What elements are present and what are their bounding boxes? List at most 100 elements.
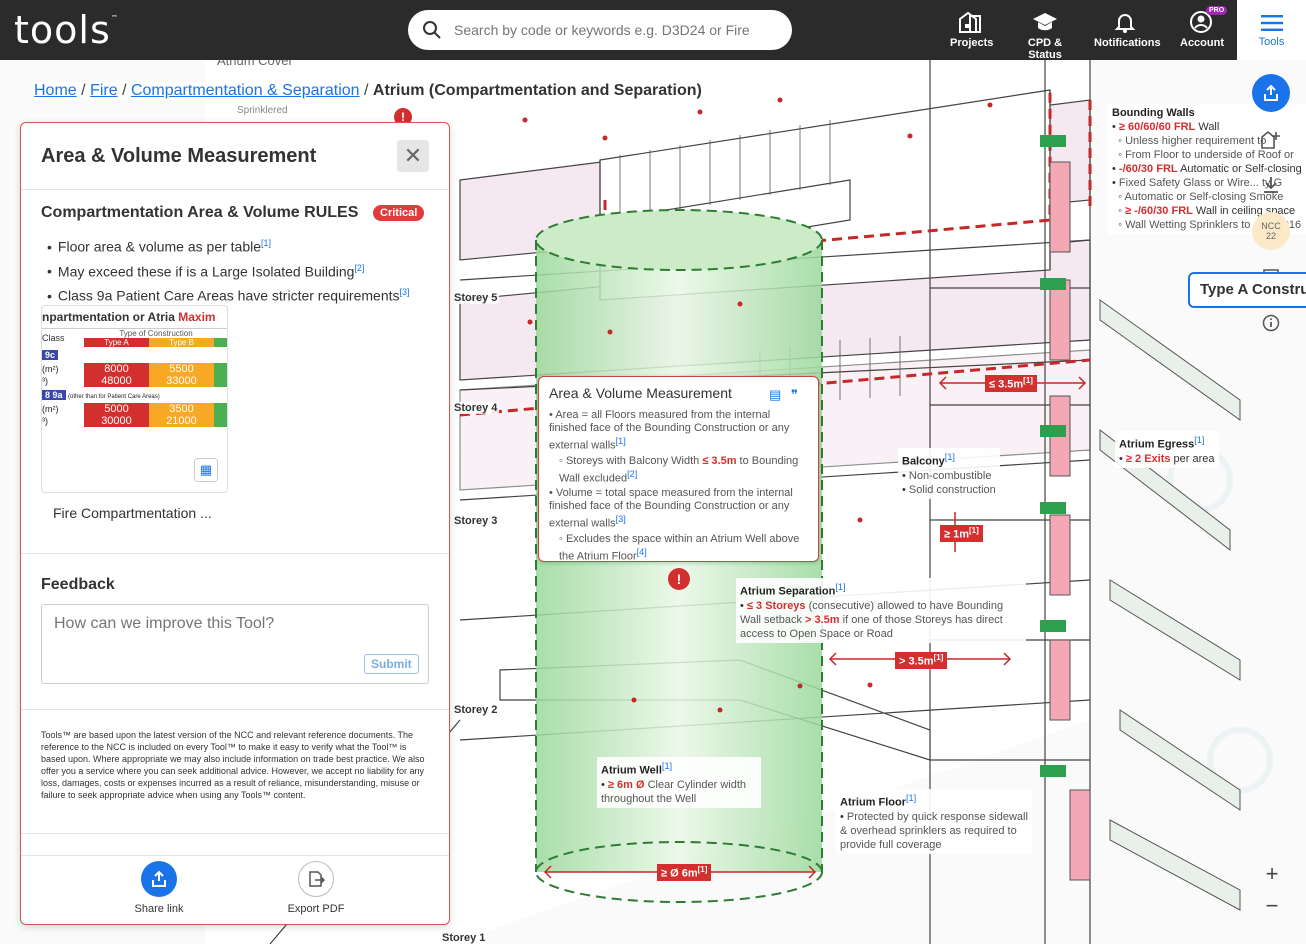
- breadcrumb-fire[interactable]: Fire: [90, 82, 118, 99]
- divider: [21, 709, 449, 710]
- share-label: Share link: [134, 903, 184, 915]
- breadcrumb: Home / Fire / Compartmentation & Separat…: [32, 82, 704, 100]
- top-bar: tools™ Projects CPD & Status Notificatio…: [0, 0, 1306, 61]
- nav-projects[interactable]: Projects: [950, 10, 994, 49]
- nav-notifications-label: Notifications: [1094, 37, 1161, 49]
- tools-tab-label: Tools: [1258, 36, 1285, 48]
- plus-icon: +: [1265, 861, 1279, 886]
- critical-badge: Critical: [373, 205, 425, 221]
- bell-icon: [1114, 14, 1136, 33]
- well-diameter-tag: ≥ Ø 6m[1]: [657, 864, 712, 881]
- breadcrumb-compartmentation[interactable]: Compartmentation & Separation: [131, 82, 360, 99]
- thumbnail-caption[interactable]: Fire Compartmentation ...: [53, 505, 212, 521]
- info-icon: [1262, 314, 1280, 332]
- ncc-label: NCC: [1261, 221, 1281, 231]
- table-thumbnail[interactable]: npartmentation or Atria Maxim Class Type …: [41, 305, 228, 493]
- calculator-icon[interactable]: ▦: [194, 458, 218, 482]
- balcony-note: Balcony[1] • Non-combustible • Solid con…: [898, 448, 1000, 499]
- submit-button[interactable]: Submit: [364, 654, 419, 674]
- divider: [21, 553, 449, 554]
- thumb-table: Class Type of Construction Type A Type B 9…: [42, 328, 227, 427]
- ncc-badge[interactable]: NCC 22: [1252, 212, 1290, 250]
- export-pdf-button[interactable]: Export PDF: [276, 861, 356, 915]
- close-button[interactable]: ✕: [397, 140, 429, 172]
- add-to-project-button[interactable]: [1252, 120, 1290, 158]
- zoom-out-button[interactable]: −: [1256, 890, 1288, 922]
- atrium-cover-label: Atrium Cover: [217, 60, 293, 68]
- tools-tab[interactable]: Tools: [1237, 0, 1306, 60]
- area-volume-popup[interactable]: Area & Volume Measurement ▤ ❞ • Area = a…: [538, 376, 819, 563]
- disclaimer-text: Tools™ are based upon the latest version…: [41, 730, 425, 800]
- nav-cpd-label: CPD & Status: [1027, 37, 1063, 61]
- atrium-separation-note: Atrium Separation[1] • ≤ 3 Storeys (cons…: [736, 578, 1026, 643]
- info-button[interactable]: [1252, 304, 1290, 342]
- popup-bullet-area: • Area = all Floors measured from the in…: [549, 409, 790, 452]
- atrium-floor-note: Atrium Floor[1] • Protected by quick res…: [836, 789, 1032, 854]
- atrium-egress-note: Atrium Egress[1] • ≥ 2 Exits per area: [1115, 431, 1219, 468]
- share-fab[interactable]: [1252, 74, 1290, 112]
- rules-list: Floor area & volume as per table[1] May …: [47, 233, 410, 307]
- balcony-width-tag: ≤ 3.5m[1]: [985, 375, 1037, 392]
- panel-title: Area & Volume Measurement: [41, 145, 317, 167]
- balustrade-height-tag: ≥ 1m[1]: [940, 525, 983, 542]
- search-input[interactable]: [454, 22, 774, 38]
- divider: [21, 855, 449, 856]
- divider: [21, 833, 449, 834]
- construction-type-selector[interactable]: Type A Construc: [1188, 272, 1306, 308]
- rule-ref-link[interactable]: [1]: [261, 238, 271, 248]
- ncc-year: 22: [1265, 231, 1276, 241]
- tools-logo[interactable]: tools™: [14, 8, 119, 52]
- breadcrumb-separator: /: [364, 82, 369, 99]
- rule-item: May exceed these if is a Large Isolated …: [47, 258, 410, 283]
- breadcrumb-separator: /: [81, 82, 86, 99]
- share-icon: [1264, 84, 1278, 101]
- feedback-box: Submit: [41, 604, 429, 684]
- share-icon: [141, 861, 177, 897]
- export-icon: [298, 861, 334, 897]
- nav-account-label: Account: [1180, 37, 1224, 49]
- graduation-cap-icon: [1033, 13, 1057, 31]
- storey-3-label: Storey 3: [452, 515, 500, 527]
- rule-item: Floor area & volume as per table[1]: [47, 233, 410, 258]
- logo-trademark: ™: [110, 14, 119, 22]
- storey-2-label: Storey 2: [452, 704, 500, 716]
- download-button[interactable]: [1252, 166, 1290, 204]
- warning-icon[interactable]: !: [668, 568, 690, 590]
- quote-icon[interactable]: ❞: [791, 387, 798, 403]
- atrium-well-note: Atrium Well[1] • ≥ 6m Ø Clear Cylinder w…: [597, 757, 761, 808]
- export-label: Export PDF: [287, 903, 345, 915]
- tool-panel: Area & Volume Measurement ✕ Compartmenta…: [20, 122, 450, 925]
- divider: [21, 189, 449, 190]
- logo-text: tools: [14, 8, 111, 52]
- breadcrumb-home[interactable]: Home: [34, 82, 77, 99]
- zoom-in-button[interactable]: +: [1256, 858, 1288, 890]
- rule-ref-link[interactable]: [3]: [400, 287, 410, 297]
- document-icon[interactable]: ▤: [769, 387, 781, 403]
- close-icon: ✕: [403, 143, 423, 168]
- popup-sub-atrium: ◦ Excludes the space within an Atrium We…: [559, 532, 800, 563]
- storey-1-label: Storey 1: [440, 932, 488, 944]
- feedback-input[interactable]: [42, 605, 422, 655]
- nav-projects-label: Projects: [950, 37, 994, 49]
- nav-account[interactable]: Account PRO: [1180, 6, 1228, 49]
- share-link-button[interactable]: Share link: [129, 861, 189, 915]
- pro-badge: PRO: [1206, 6, 1228, 15]
- nav-notifications[interactable]: Notifications: [1094, 10, 1161, 49]
- storey-4-label: Storey 4: [452, 402, 500, 414]
- rules-title: Compartmentation Area & Volume RULES: [41, 204, 359, 221]
- thumb-title: npartmentation or Atria Maxim: [42, 310, 216, 324]
- breadcrumb-separator: /: [122, 82, 127, 99]
- search-bar[interactable]: [408, 10, 792, 50]
- zoom-controls: + −: [1256, 858, 1288, 922]
- popup-bullet-volume: • Volume = total space measured from the…: [549, 487, 793, 530]
- sprinklered-label: Sprinklered: [237, 105, 288, 116]
- menu-icon: [1260, 15, 1283, 31]
- feedback-title: Feedback: [41, 576, 115, 593]
- rule-item: Class 9a Patient Care Areas have stricte…: [47, 282, 410, 307]
- nav-cpd-status[interactable]: CPD & Status: [1012, 10, 1078, 61]
- rule-ref-link[interactable]: [2]: [354, 263, 364, 273]
- download-icon: [1264, 177, 1278, 193]
- minus-icon: −: [1265, 893, 1279, 918]
- building-add-icon: [1261, 130, 1280, 149]
- breadcrumb-current: Atrium (Compartmentation and Separation): [372, 82, 702, 99]
